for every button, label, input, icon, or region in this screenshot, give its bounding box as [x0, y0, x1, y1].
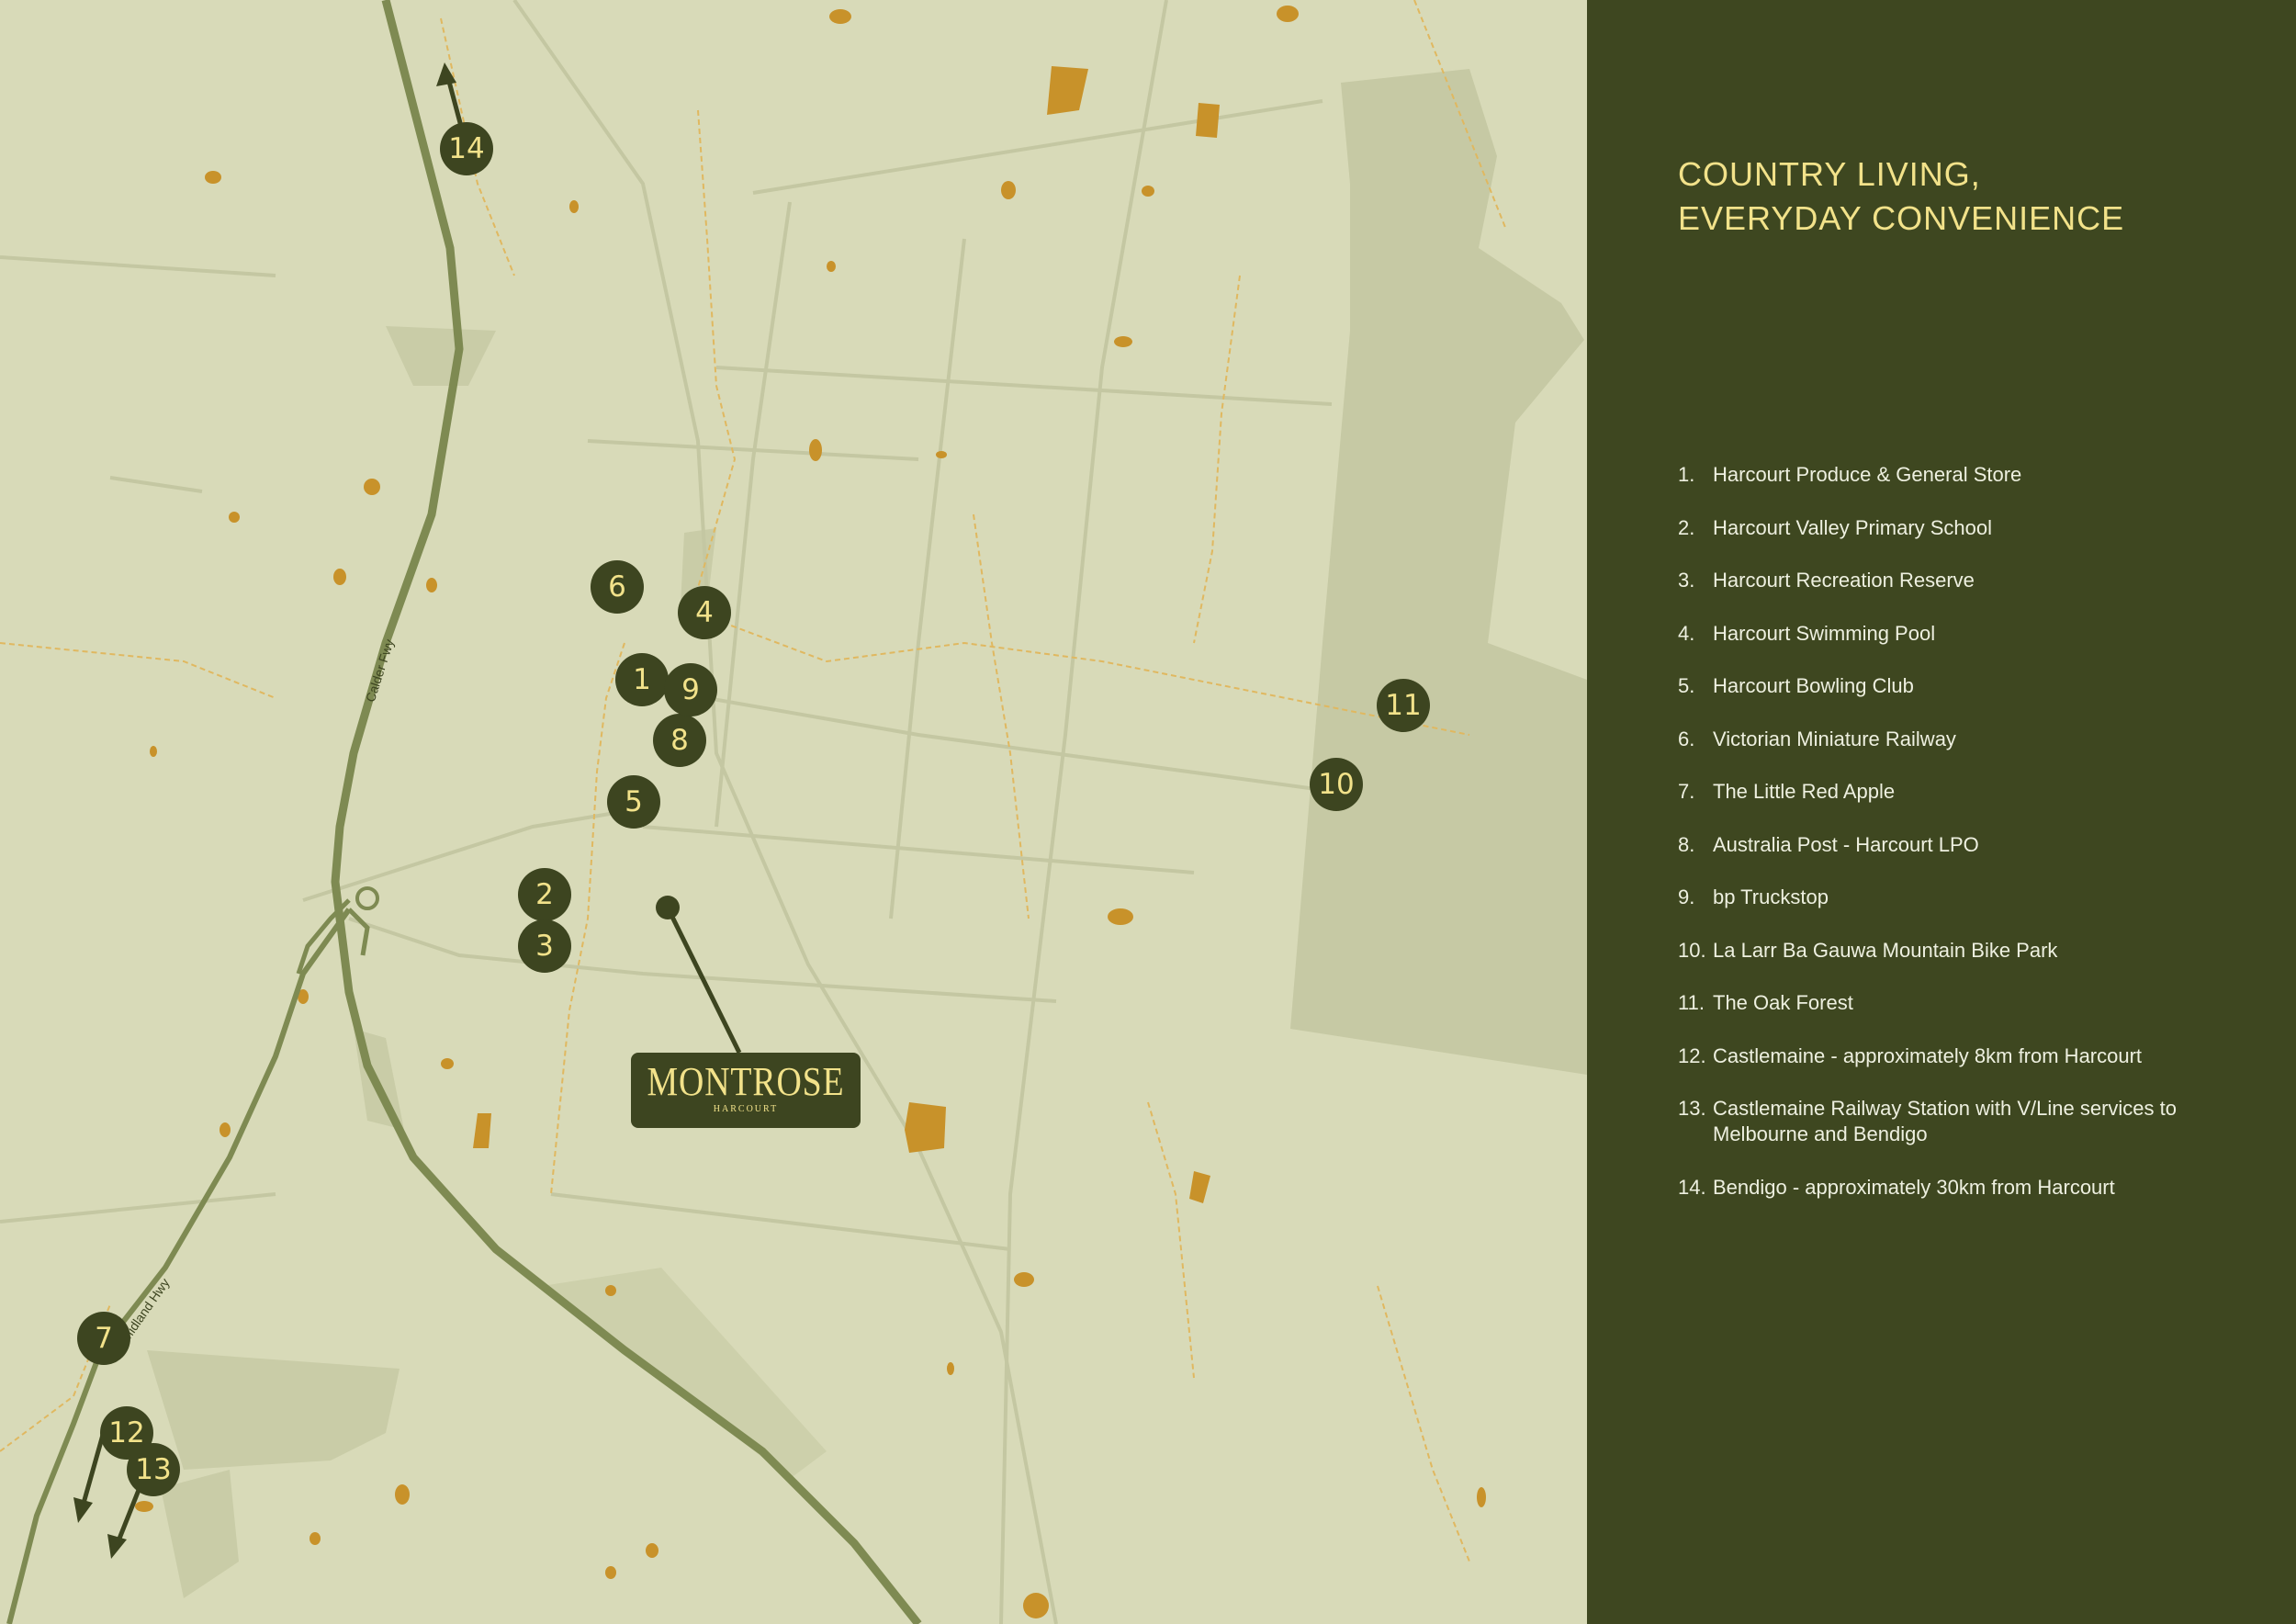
legend-item-label: Harcourt Produce & General Store	[1713, 463, 2022, 486]
legend-item-number: 1.	[1678, 463, 1695, 486]
legend-item: 14. Bendigo - approximately 30km from Har…	[1678, 1175, 2247, 1201]
legend-item-label: Castlemaine - approximately 8km from Har…	[1713, 1043, 2143, 1067]
brand-subtitle: HARCOURT	[713, 1104, 779, 1114]
marker-6[interactable]: 6	[591, 560, 644, 614]
legend-item-number: 10.	[1678, 938, 1706, 962]
legend-item: 9. bp Truckstop	[1678, 885, 2247, 910]
legend-item: 12. Castlemaine - approximately 8km from …	[1678, 1043, 2247, 1069]
legend-item-label: Harcourt Swimming Pool	[1713, 621, 1936, 645]
legend-item-label: bp Truckstop	[1713, 885, 1829, 908]
marker-7[interactable]: 7	[77, 1312, 130, 1365]
marker-4[interactable]: 4	[678, 586, 731, 639]
legend-item-number: 13.	[1678, 1097, 1706, 1120]
legend-item-number: 5.	[1678, 674, 1695, 697]
montrose-location-marker[interactable]: MONTROSE HARCOURT	[631, 1053, 861, 1128]
legend-item-label: Castlemaine Railway Station with V/Line …	[1713, 1097, 2178, 1145]
panel-title-line-2: EVERYDAY CONVENIENCE	[1678, 199, 2125, 237]
legend-item: 4. Harcourt Swimming Pool	[1678, 621, 2247, 647]
brand-name: MONTROSE	[647, 1059, 845, 1104]
panel-title: COUNTRY LIVING, EVERYDAY CONVENIENCE	[1678, 152, 2124, 241]
legend-item: 1. Harcourt Produce & General Store	[1678, 462, 2247, 488]
legend-item: 10. La Larr Ba Gauwa Mountain Bike Park	[1678, 938, 2247, 964]
marker-13[interactable]: 13	[127, 1443, 180, 1496]
legend-panel: COUNTRY LIVING, EVERYDAY CONVENIENCE 1. H…	[1587, 0, 2296, 1624]
marker-11[interactable]: 11	[1377, 679, 1430, 732]
legend-item: 5. Harcourt Bowling Club	[1678, 673, 2247, 699]
marker-8[interactable]: 8	[653, 714, 706, 767]
legend-item: 2. Harcourt Valley Primary School	[1678, 515, 2247, 541]
marker-9[interactable]: 9	[664, 663, 717, 716]
map-area[interactable]: Calder Fwy Midland Hwy 1 2 3 4 5 6 7 8 9…	[0, 0, 1587, 1624]
legend-item-label: Harcourt Bowling Club	[1713, 674, 1914, 697]
legend-item-number: 6.	[1678, 727, 1695, 750]
legend-item-label: Australia Post - Harcourt LPO	[1713, 832, 1979, 856]
legend-item-number: 11.	[1678, 991, 1705, 1014]
legend-item-number: 7.	[1678, 780, 1695, 803]
legend-item-label: La Larr Ba Gauwa Mountain Bike Park	[1713, 938, 2058, 962]
legend-item: 11. The Oak Forest	[1678, 990, 2247, 1016]
legend-item-label: Harcourt Valley Primary School	[1713, 515, 1993, 539]
marker-5[interactable]: 5	[607, 775, 660, 829]
legend-item: 13. Castlemaine Railway Station with V/Li…	[1678, 1096, 2247, 1147]
legend-item-label: The Little Red Apple	[1713, 780, 1896, 803]
legend-item-number: 12.	[1678, 1043, 1706, 1067]
marker-3[interactable]: 3	[518, 919, 571, 973]
legend-item-label: Victorian Miniature Railway	[1713, 727, 1956, 750]
legend-item-number: 9.	[1678, 885, 1695, 908]
legend-item-number: 8.	[1678, 832, 1695, 856]
marker-1[interactable]: 1	[615, 653, 669, 706]
marker-14[interactable]: 14	[440, 122, 493, 175]
panel-title-line-1: COUNTRY LIVING,	[1678, 155, 1981, 193]
map-background	[0, 0, 1587, 1624]
legend-item-number: 4.	[1678, 621, 1695, 645]
legend-item-number: 14.	[1678, 1175, 1706, 1199]
legend-item: 7. The Little Red Apple	[1678, 779, 2247, 805]
legend-item: 8. Australia Post - Harcourt LPO	[1678, 832, 2247, 858]
legend-item-number: 3.	[1678, 569, 1695, 592]
legend-item-label: Bendigo - approximately 30km from Harcou…	[1713, 1175, 2115, 1199]
legend-item: 6. Victorian Miniature Railway	[1678, 727, 2247, 752]
legend-item-label: Harcourt Recreation Reserve	[1713, 569, 1975, 592]
legend-item-label: The Oak Forest	[1713, 991, 1853, 1014]
marker-2[interactable]: 2	[518, 868, 571, 921]
legend-list: 1. Harcourt Produce & General Store 2. Harc…	[1678, 462, 2247, 1227]
legend-item-number: 2.	[1678, 515, 1695, 539]
legend-item: 3. Harcourt Recreation Reserve	[1678, 568, 2247, 593]
marker-10[interactable]: 10	[1310, 758, 1363, 811]
